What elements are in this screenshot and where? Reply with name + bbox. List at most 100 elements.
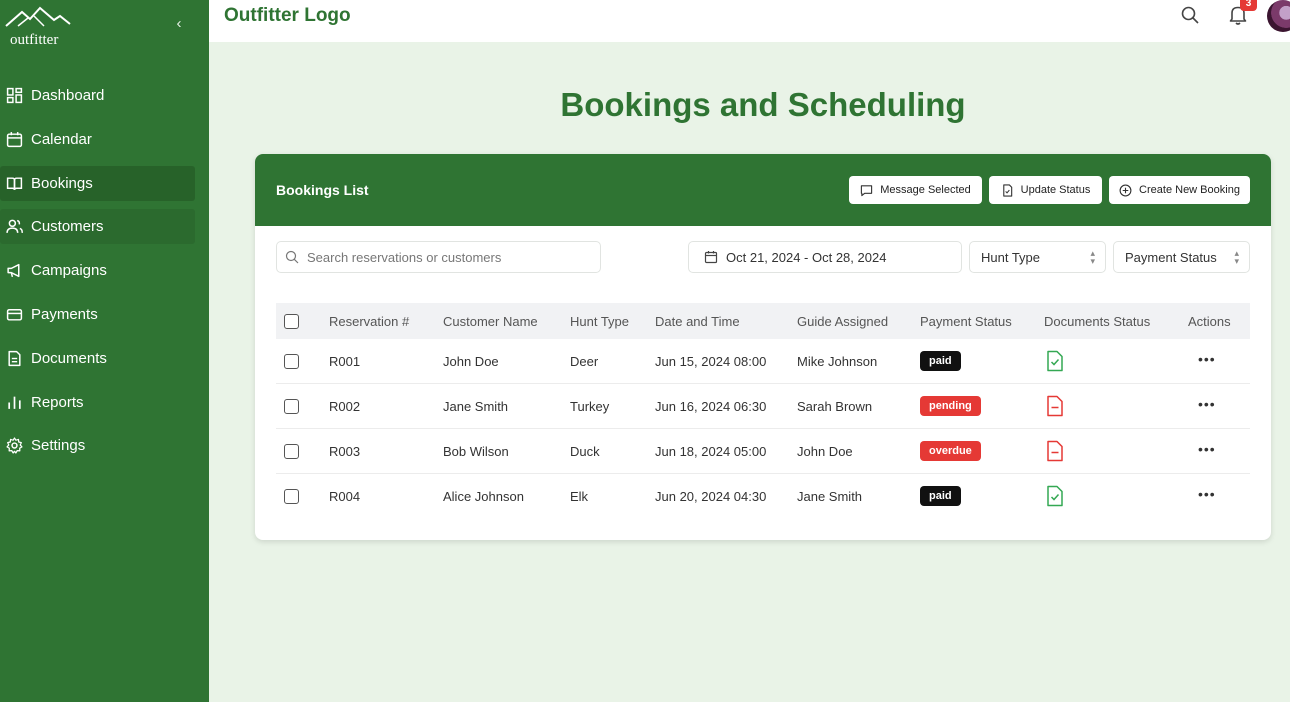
bookings-card: Bookings List Message Selected Update St… [255, 154, 1271, 540]
table-header: Reservation # Customer Name Hunt Type Da… [276, 303, 1250, 339]
card-header: Bookings List Message Selected Update St… [255, 154, 1271, 226]
payment-status-value: Payment Status [1125, 249, 1217, 265]
sidebar-item-settings[interactable]: Settings [0, 428, 195, 463]
date-time: Jun 16, 2024 06:30 [655, 399, 767, 414]
column-header: Reservation # [329, 314, 410, 329]
payment-status-badge: overdue [920, 441, 981, 461]
megaphone-icon [7, 263, 20, 278]
row-checkbox[interactable] [284, 489, 299, 504]
document-check-icon[interactable] [1046, 350, 1064, 372]
message-selected-button[interactable]: Message Selected [849, 176, 982, 204]
row-checkbox[interactable] [284, 354, 299, 369]
document-icon [8, 350, 21, 367]
sidebar-item-dashboard[interactable]: Dashboard [0, 78, 195, 113]
search-input[interactable] [307, 249, 587, 265]
row-checkbox[interactable] [284, 444, 299, 459]
hunt-type-select[interactable]: Hunt Type ▴ ▾ [969, 241, 1106, 273]
avatar[interactable] [1267, 0, 1290, 32]
row-actions-button[interactable]: ••• [1198, 486, 1216, 502]
credit-card-icon [6, 308, 23, 321]
column-header: Guide Assigned [797, 314, 889, 329]
date-time: Jun 18, 2024 05:00 [655, 444, 767, 459]
sidebar-item-label: Calendar [31, 131, 92, 148]
document-missing-icon[interactable] [1046, 395, 1064, 417]
payment-status-select[interactable]: Payment Status ▴ ▾ [1113, 241, 1250, 273]
sidebar-item-documents[interactable]: Documents [0, 341, 195, 376]
date-range-picker[interactable]: Oct 21, 2024 - Oct 28, 2024 [688, 241, 962, 273]
row-checkbox[interactable] [284, 399, 299, 414]
customer-name: Jane Smith [443, 399, 509, 414]
bar-chart-icon [8, 396, 21, 409]
top-bar: Outfitter Logo 3 [209, 0, 1290, 42]
message-icon [861, 184, 873, 196]
plus-circle-icon [1119, 184, 1132, 196]
sidebar-item-campaigns[interactable]: Campaigns [0, 253, 195, 288]
sidebar-item-label: Reports [31, 394, 84, 411]
book-icon [6, 177, 23, 190]
select-arrows-icon: ▴ ▾ [1234, 248, 1239, 266]
table-row[interactable]: R003 Bob Wilson Duck Jun 18, 2024 05:00 … [276, 429, 1250, 474]
row-actions-button[interactable]: ••• [1198, 351, 1216, 367]
customer-name: Bob Wilson [443, 444, 509, 459]
table-row[interactable]: R001 John Doe Deer Jun 15, 2024 08:00 Mi… [276, 339, 1250, 384]
sidebar-item-label: Customers [31, 218, 104, 235]
row-actions-button[interactable]: ••• [1198, 441, 1216, 457]
sidebar-item-label: Bookings [31, 175, 93, 192]
table-row[interactable]: R002 Jane Smith Turkey Jun 16, 2024 06:3… [276, 384, 1250, 429]
search-icon[interactable] [1180, 5, 1200, 25]
customer-name: Alice Johnson [443, 489, 524, 504]
search-box[interactable] [276, 241, 601, 273]
reservation-number: R003 [329, 444, 361, 459]
sidebar: outfitter ‹ Dashboard Calendar Bookings … [0, 0, 209, 702]
guide-assigned: Sarah Brown [797, 399, 873, 414]
table-row[interactable]: R004 Alice Johnson Elk Jun 20, 2024 04:3… [276, 474, 1250, 519]
date-time: Jun 15, 2024 08:00 [655, 354, 767, 369]
outfitter-logo[interactable]: outfitter [4, 4, 74, 48]
column-header: Actions [1188, 314, 1231, 329]
document-check-icon[interactable] [1046, 485, 1064, 507]
date-range-value: Oct 21, 2024 - Oct 28, 2024 [726, 249, 887, 265]
file-icon [1002, 183, 1012, 197]
update-status-button[interactable]: Update Status [989, 176, 1102, 204]
hunt-type: Turkey [570, 399, 610, 414]
row-actions-button[interactable]: ••• [1198, 396, 1216, 412]
users-icon [6, 219, 23, 233]
sidebar-item-bookings[interactable]: Bookings [0, 166, 195, 201]
document-missing-icon[interactable] [1046, 440, 1064, 462]
sidebar-item-label: Campaigns [31, 262, 107, 279]
card-title: Bookings List [276, 182, 369, 198]
sidebar-item-calendar[interactable]: Calendar [0, 122, 195, 157]
notification-badge: 3 [1240, 0, 1257, 11]
sidebar-item-label: Documents [31, 350, 107, 367]
column-header: Date and Time [655, 314, 740, 329]
sidebar-item-label: Payments [31, 306, 98, 323]
select-arrows-icon: ▴ ▾ [1090, 248, 1095, 266]
guide-assigned: Jane Smith [797, 489, 863, 504]
sidebar-item-label: Dashboard [31, 87, 105, 104]
reservation-number: R002 [329, 399, 361, 414]
column-header: Customer Name [443, 314, 538, 329]
reservation-number: R004 [329, 489, 361, 504]
hunt-type: Deer [570, 354, 599, 369]
search-icon [285, 250, 299, 264]
payment-status-badge: pending [920, 396, 981, 416]
select-all-checkbox[interactable] [284, 314, 299, 329]
column-header: Hunt Type [570, 314, 630, 329]
logo-text: outfitter [10, 32, 59, 48]
sidebar-item-label: Settings [31, 437, 86, 454]
calendar-icon [704, 251, 718, 264]
page-title: Bookings and Scheduling [560, 86, 966, 123]
guide-assigned: Mike Johnson [797, 354, 878, 369]
header-title: Outfitter Logo [224, 5, 351, 26]
reservation-number: R001 [329, 354, 361, 369]
sidebar-item-customers[interactable]: Customers [0, 209, 195, 244]
collapse-sidebar-button[interactable]: ‹ [170, 14, 188, 34]
sidebar-item-reports[interactable]: Reports [0, 385, 195, 420]
payment-status-badge: paid [920, 351, 961, 371]
sidebar-item-payments[interactable]: Payments [0, 297, 195, 332]
date-time: Jun 20, 2024 04:30 [655, 489, 767, 504]
hunt-type: Duck [570, 444, 600, 459]
create-new-booking-button[interactable]: Create New Booking [1109, 176, 1250, 204]
mountain-logo-icon [5, 6, 71, 27]
column-header: Documents Status [1044, 314, 1151, 329]
